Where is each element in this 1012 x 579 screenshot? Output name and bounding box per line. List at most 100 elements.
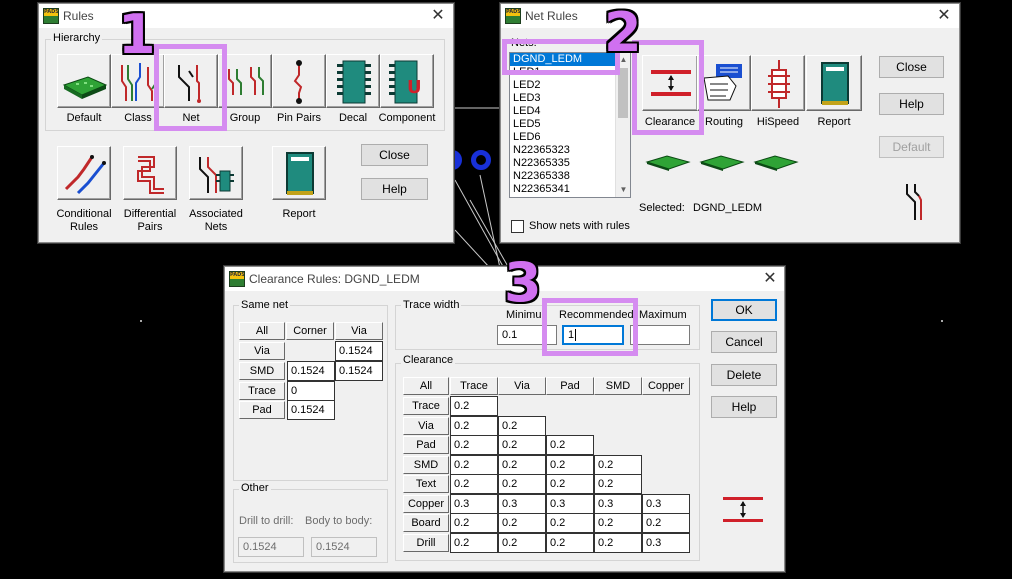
net-list-item[interactable]: LED5 (510, 118, 630, 131)
clearance-cell[interactable]: 0.2 (450, 396, 498, 416)
clearance-column-header[interactable]: Pad (546, 377, 594, 395)
default-label: Default (66, 112, 102, 124)
help-button[interactable]: Help (711, 396, 777, 418)
show-nets-checkbox[interactable] (511, 220, 524, 233)
delete-button[interactable]: Delete (711, 364, 777, 386)
clearance-cell[interactable]: 0.2 (498, 533, 546, 553)
clearance-row-header[interactable]: Trace (403, 397, 449, 415)
report-button[interactable] (806, 55, 862, 111)
clearance-row-header[interactable]: SMD (403, 456, 449, 474)
cancel-button[interactable]: Cancel (711, 331, 777, 353)
scroll-thumb[interactable] (618, 68, 628, 118)
clearance-row-header[interactable]: Board (403, 514, 449, 532)
clearance-cell[interactable]: 0.2 (498, 513, 546, 533)
routing-button[interactable] (697, 55, 751, 111)
clearance-cell[interactable]: 0.2 (546, 455, 594, 475)
maximum-trace-width-field[interactable] (630, 325, 690, 345)
clearance-column-header[interactable]: Via (498, 377, 546, 395)
close-icon[interactable]: ✕ (935, 7, 953, 25)
clearance-cell[interactable]: 0.2 (450, 533, 498, 553)
clearance-cell[interactable]: 0.2 (594, 513, 642, 533)
close-icon[interactable]: ✕ (761, 270, 779, 288)
same-net-row-header[interactable]: Pad (239, 401, 285, 419)
scroll-down-icon[interactable]: ▼ (616, 183, 630, 197)
drill-to-drill-field[interactable]: 0.1524 (238, 537, 304, 557)
same-net-cell[interactable]: 0.1524 (287, 400, 335, 420)
clearance-cell[interactable]: 0.2 (546, 435, 594, 455)
clearance-cell[interactable]: 0.2 (498, 416, 546, 436)
net-list-item[interactable]: LED4 (510, 105, 630, 118)
other-label: Other (239, 482, 271, 494)
differential-pairs-button[interactable] (123, 146, 177, 200)
clearance-column-header[interactable]: SMD (594, 377, 642, 395)
net-list-item[interactable]: LED2 (510, 79, 630, 92)
clearance-row-header[interactable]: Text (403, 475, 449, 493)
clearance-row-header[interactable]: Pad (403, 436, 449, 454)
clearance-cell[interactable]: 0.3 (642, 533, 690, 553)
component-button[interactable]: U (380, 54, 434, 108)
net-list-item[interactable]: LED6 (510, 131, 630, 144)
clearance-cell[interactable]: 0.2 (450, 435, 498, 455)
clearance-cell[interactable]: 0.2 (594, 474, 642, 494)
conditional-rules-button[interactable] (57, 146, 111, 200)
help-button[interactable]: Help (361, 178, 428, 200)
same-net-all-button[interactable]: All (239, 322, 285, 340)
clearance-cell[interactable]: 0.2 (642, 513, 690, 533)
clearance-cell[interactable]: 0.3 (546, 494, 594, 514)
clearance-cell[interactable]: 0.3 (450, 494, 498, 514)
net-list-item[interactable]: LED3 (510, 92, 630, 105)
clearance-cell[interactable]: 0.3 (642, 494, 690, 514)
clearance-cell[interactable]: 0.2 (498, 435, 546, 455)
default-button[interactable] (57, 54, 111, 108)
clearance-cell[interactable]: 0.3 (498, 494, 546, 514)
net-list-item[interactable]: N22365341 (510, 183, 630, 196)
net-list-item[interactable]: N22365323 (510, 144, 630, 157)
clearance-all-button[interactable]: All (403, 377, 449, 395)
net-rules-titlebar[interactable]: PADS Net Rules ✕ (501, 4, 959, 28)
clearance-cell[interactable]: 0.2 (450, 416, 498, 436)
same-net-row-header[interactable]: Trace (239, 382, 285, 400)
clearance-row-header[interactable]: Drill (403, 534, 449, 552)
rules-titlebar[interactable]: PADS Rules ✕ (39, 4, 453, 28)
clearance-cell[interactable]: 0.2 (498, 474, 546, 494)
selected-value: DGND_LEDM (693, 202, 763, 214)
clearance-column-header[interactable]: Copper (642, 377, 690, 395)
close-button[interactable]: Close (361, 144, 428, 166)
close-icon[interactable]: ✕ (429, 7, 447, 25)
default-button[interactable]: Default (879, 136, 944, 158)
clearance-cell[interactable]: 0.2 (498, 455, 546, 475)
same-net-cell[interactable]: 0 (287, 381, 335, 401)
associated-nets-button[interactable] (189, 146, 243, 200)
clearance-cell[interactable]: 0.2 (546, 513, 594, 533)
clearance-row-header[interactable]: Copper (403, 495, 449, 513)
clearance-cell[interactable]: 0.2 (450, 455, 498, 475)
net-list-item[interactable]: N22365338 (510, 170, 630, 183)
body-to-body-field[interactable]: 0.1524 (311, 537, 377, 557)
clearance-cell[interactable]: 0.2 (546, 533, 594, 553)
clearance-cell[interactable]: 0.2 (594, 533, 642, 553)
body-to-body-label: Body to body: (305, 515, 373, 527)
same-net-column-header[interactable]: Via (335, 322, 383, 340)
decal-button[interactable] (326, 54, 380, 108)
report-button[interactable] (272, 146, 326, 200)
clearance-cell[interactable]: 0.3 (594, 494, 642, 514)
same-net-row-header[interactable]: Via (239, 342, 285, 360)
close-button[interactable]: Close (879, 56, 944, 78)
associated-nets-label: Associated Nets (189, 208, 243, 233)
help-button[interactable]: Help (879, 93, 944, 115)
same-net-cell[interactable]: 0.1524 (335, 341, 383, 361)
clearance-column-header[interactable]: Trace (450, 377, 498, 395)
hispeed-button[interactable] (751, 55, 805, 111)
clearance-cell[interactable]: 0.2 (450, 513, 498, 533)
same-net-cell[interactable]: 0.1524 (287, 361, 335, 381)
same-net-cell[interactable]: 0.1524 (335, 361, 383, 381)
clearance-cell[interactable]: 0.2 (546, 474, 594, 494)
clearance-cell[interactable]: 0.2 (450, 474, 498, 494)
same-net-row-header[interactable]: SMD (239, 362, 285, 380)
same-net-column-header[interactable]: Corner (286, 322, 334, 340)
pin-pairs-button[interactable] (272, 54, 326, 108)
net-list-item[interactable]: N22365335 (510, 157, 630, 170)
clearance-cell[interactable]: 0.2 (594, 455, 642, 475)
ok-button[interactable]: OK (711, 299, 777, 321)
clearance-row-header[interactable]: Via (403, 417, 449, 435)
